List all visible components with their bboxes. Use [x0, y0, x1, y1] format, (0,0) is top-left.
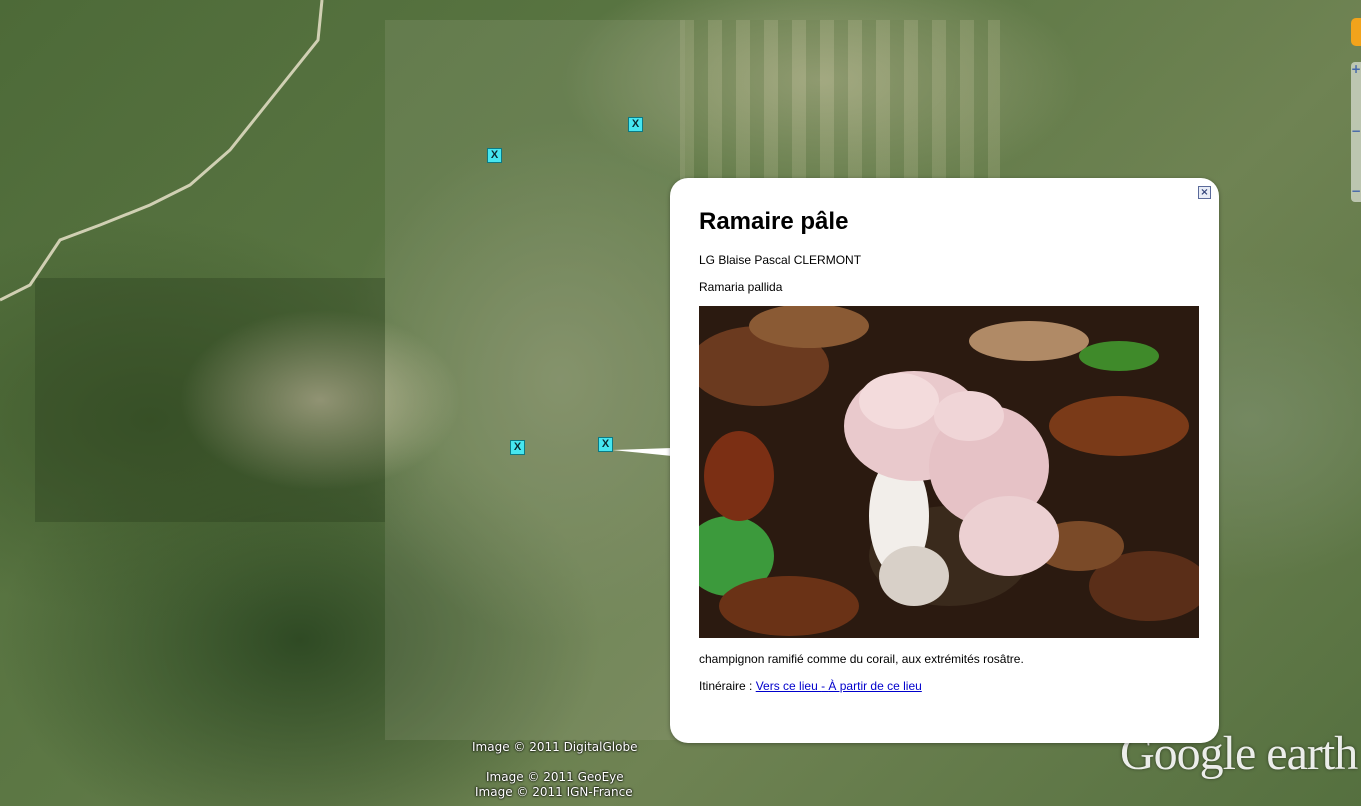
- directions-to-here-link[interactable]: Vers ce lieu: [756, 679, 821, 693]
- attribution-geoeye: Image © 2011 GeoEye: [486, 770, 624, 784]
- navigation-control[interactable]: + − −: [1347, 0, 1361, 210]
- balloon-location: LG Blaise Pascal CLERMONT: [699, 253, 862, 267]
- zoom-slider-handle[interactable]: −: [1351, 124, 1361, 138]
- placemark-icon[interactable]: X: [487, 148, 502, 163]
- zoom-in-button[interactable]: +: [1351, 62, 1361, 76]
- placemark-icon[interactable]: X: [510, 440, 525, 455]
- balloon-title: Ramaire pâle: [699, 208, 849, 235]
- placemark-balloon: × Ramaire pâle LG Blaise Pascal CLERMONT…: [670, 178, 1219, 743]
- close-icon[interactable]: ×: [1198, 186, 1211, 199]
- balloon-description: champignon ramifié comme du corail, aux …: [699, 652, 1024, 666]
- placemark-icon[interactable]: X: [628, 117, 643, 132]
- pegman-icon[interactable]: [1351, 18, 1361, 46]
- zoom-out-button[interactable]: −: [1351, 184, 1361, 198]
- itinerary: Itinéraire : Vers ce lieu - À partir de …: [699, 679, 922, 693]
- itinerary-label: Itinéraire :: [699, 679, 756, 693]
- placemark-icon[interactable]: X: [598, 437, 613, 452]
- balloon-species: Ramaria pallida: [699, 280, 783, 294]
- mushroom-photo: [699, 306, 1199, 638]
- attribution-digitalglobe: Image © 2011 DigitalGlobe: [472, 740, 638, 754]
- directions-from-here-link[interactable]: À partir de ce lieu: [828, 679, 921, 693]
- attribution-ign: Image © 2011 IGN-France: [475, 785, 633, 799]
